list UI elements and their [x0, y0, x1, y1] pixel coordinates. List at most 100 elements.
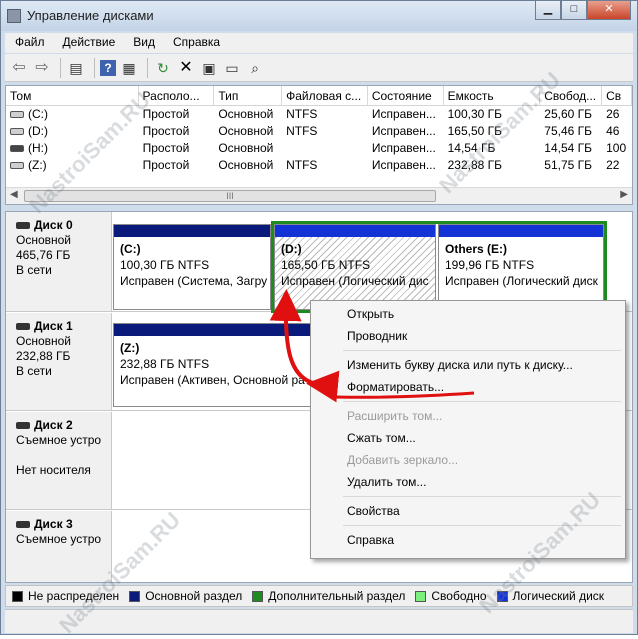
- legend-item: Дополнительный раздел: [252, 589, 405, 603]
- table-row[interactable]: (C:) Простой Основной NTFS Исправен... 1…: [6, 106, 632, 123]
- partition-status: Исправен (Система, Загру: [120, 274, 268, 288]
- scroll-left-icon[interactable]: ◀: [10, 189, 18, 200]
- menu-item-format[interactable]: Форматировать...: [313, 376, 623, 398]
- menu-item-shrink[interactable]: Сжать том...: [313, 427, 623, 449]
- legend-item: Логический диск: [496, 589, 604, 603]
- column-header-capacity[interactable]: Емкость: [444, 86, 541, 105]
- column-header-filesystem[interactable]: Файловая с...: [282, 86, 368, 105]
- table-row[interactable]: (H:) Простой Основной Исправен... 14,54 …: [6, 140, 632, 157]
- disk-state: В сети: [16, 263, 52, 277]
- legend-item: Свободно: [415, 589, 487, 603]
- disk-name: Диск 1: [34, 319, 73, 333]
- scroll-right-icon[interactable]: ▶: [620, 189, 628, 200]
- disk-2-info[interactable]: Диск 2 Съемное устро Нет носителя: [6, 412, 112, 509]
- disk-0-row: Диск 0 Основной 465,76 ГБ В сети (C:) 10…: [6, 212, 632, 313]
- menu-action[interactable]: Действие: [53, 33, 124, 53]
- close-button[interactable]: ✕: [587, 1, 631, 20]
- console-tree-icon[interactable]: ▤: [66, 58, 86, 78]
- disk-icon: [16, 222, 30, 230]
- open-icon[interactable]: ▭: [222, 58, 242, 78]
- disk-state: В сети: [16, 364, 52, 378]
- disk-name: Диск 0: [34, 218, 73, 232]
- explore-icon[interactable]: ⌕: [245, 58, 265, 78]
- disk-icon: [16, 323, 30, 331]
- status-bar: [5, 609, 633, 633]
- context-menu: Открыть Проводник Изменить букву диска и…: [310, 300, 626, 559]
- menu-separator: [343, 350, 621, 351]
- drive-icon: [10, 111, 24, 119]
- disk-name: Диск 2: [34, 418, 73, 432]
- disk-0-info[interactable]: Диск 0 Основной 465,76 ГБ В сети: [6, 212, 112, 311]
- minimize-button[interactable]: ▁: [535, 1, 561, 20]
- forward-icon[interactable]: ⇨: [32, 58, 52, 78]
- disk-type: Основной: [16, 233, 72, 247]
- disk-type: Съемное устро: [16, 433, 102, 447]
- legend-item: Не распределен: [12, 589, 119, 603]
- logical-disk-bar: [275, 225, 435, 237]
- menu-item-change-letter[interactable]: Изменить букву диска или путь к диску...: [313, 354, 623, 376]
- menu-item-open[interactable]: Открыть: [313, 303, 623, 325]
- menu-item-help[interactable]: Справка: [313, 529, 623, 551]
- help-icon[interactable]: ?: [100, 59, 116, 76]
- drive-icon: [10, 162, 24, 170]
- disk-3-info[interactable]: Диск 3 Съемное устро: [6, 511, 112, 582]
- volume-list-header: Том Располо... Тип Файловая с... Состоян…: [6, 86, 632, 106]
- partition-e[interactable]: Others (E:) 199,96 ГБ NTFS Исправен (Лог…: [438, 224, 604, 310]
- legend-swatch: [496, 590, 508, 602]
- legend-swatch: [129, 590, 141, 602]
- column-header-layout[interactable]: Располо...: [139, 86, 215, 105]
- menu-item-explorer[interactable]: Проводник: [313, 325, 623, 347]
- scroll-thumb[interactable]: III: [24, 190, 436, 202]
- delete-icon[interactable]: ✕: [176, 58, 196, 78]
- window-title: Управление дисками: [27, 8, 154, 23]
- removable-drive-icon: [10, 145, 24, 153]
- menu-file[interactable]: Файл: [5, 33, 53, 53]
- refresh-icon[interactable]: ↻: [153, 58, 173, 78]
- removable-disk-icon: [16, 521, 30, 529]
- menu-bar: Файл Действие Вид Справка: [5, 33, 633, 53]
- column-header-type[interactable]: Тип: [214, 86, 283, 105]
- menu-item-delete[interactable]: Удалить том...: [313, 471, 623, 493]
- partition-d[interactable]: (D:) 165,50 ГБ NTFS Исправен (Логический…: [274, 224, 436, 310]
- menu-separator: [343, 401, 621, 402]
- partition-c[interactable]: (C:) 100,30 ГБ NTFS Исправен (Система, З…: [113, 224, 271, 310]
- disk-type: Съемное устро: [16, 532, 102, 546]
- disk-state: Нет носителя: [16, 463, 91, 477]
- logical-disk-bar: [439, 225, 603, 237]
- properties-icon[interactable]: ▣: [199, 58, 219, 78]
- menu-item-add-mirror: Добавить зеркало...: [347, 453, 459, 467]
- toolbar: ⇦ ⇨ ▤ ? ▦ ↻ ✕ ▣ ▭ ⌕: [5, 54, 633, 82]
- horizontal-scrollbar[interactable]: ◀ III ▶: [6, 187, 632, 204]
- column-header-status[interactable]: Состояние: [368, 86, 444, 105]
- title-bar[interactable]: Управление дисками ▁ □ ✕: [1, 1, 637, 31]
- volume-list: Том Располо... Тип Файловая с... Состоян…: [5, 85, 633, 205]
- partition-status: Исправен (Логический дис: [281, 274, 429, 288]
- menu-view[interactable]: Вид: [123, 33, 163, 53]
- disk-size: 232,88 ГБ: [16, 349, 71, 363]
- partition-label: Others (E:): [445, 242, 508, 256]
- table-row[interactable]: (D:) Простой Основной NTFS Исправен... 1…: [6, 123, 632, 140]
- disk-size: 465,76 ГБ: [16, 248, 71, 262]
- column-header-volume[interactable]: Том: [6, 86, 139, 105]
- back-icon[interactable]: ⇦: [9, 58, 29, 78]
- menu-item-extend: Расширить том...: [347, 409, 443, 423]
- legend-item: Основной раздел: [129, 589, 242, 603]
- drive-icon: [10, 128, 24, 136]
- column-header-free-percent[interactable]: Св: [602, 86, 632, 105]
- partition-size: 165,50 ГБ NTFS: [281, 258, 371, 272]
- disk-type: Основной: [16, 334, 72, 348]
- disk-1-info[interactable]: Диск 1 Основной 232,88 ГБ В сети: [6, 313, 112, 410]
- column-header-free[interactable]: Свобод...: [540, 86, 603, 105]
- partition-status: Исправен (Логический диск: [445, 274, 598, 288]
- properties-list-icon[interactable]: ▦: [119, 58, 139, 78]
- app-icon: [7, 9, 21, 23]
- legend-swatch: [12, 590, 23, 602]
- menu-item-properties[interactable]: Свойства: [313, 500, 623, 522]
- menu-help[interactable]: Справка: [163, 33, 228, 53]
- legend-swatch: [415, 590, 427, 602]
- partition-label: (C:): [120, 242, 141, 256]
- partition-label: (D:): [281, 242, 302, 256]
- maximize-button[interactable]: □: [561, 1, 587, 20]
- menu-separator: [343, 496, 621, 497]
- table-row[interactable]: (Z:) Простой Основной NTFS Исправен... 2…: [6, 157, 632, 174]
